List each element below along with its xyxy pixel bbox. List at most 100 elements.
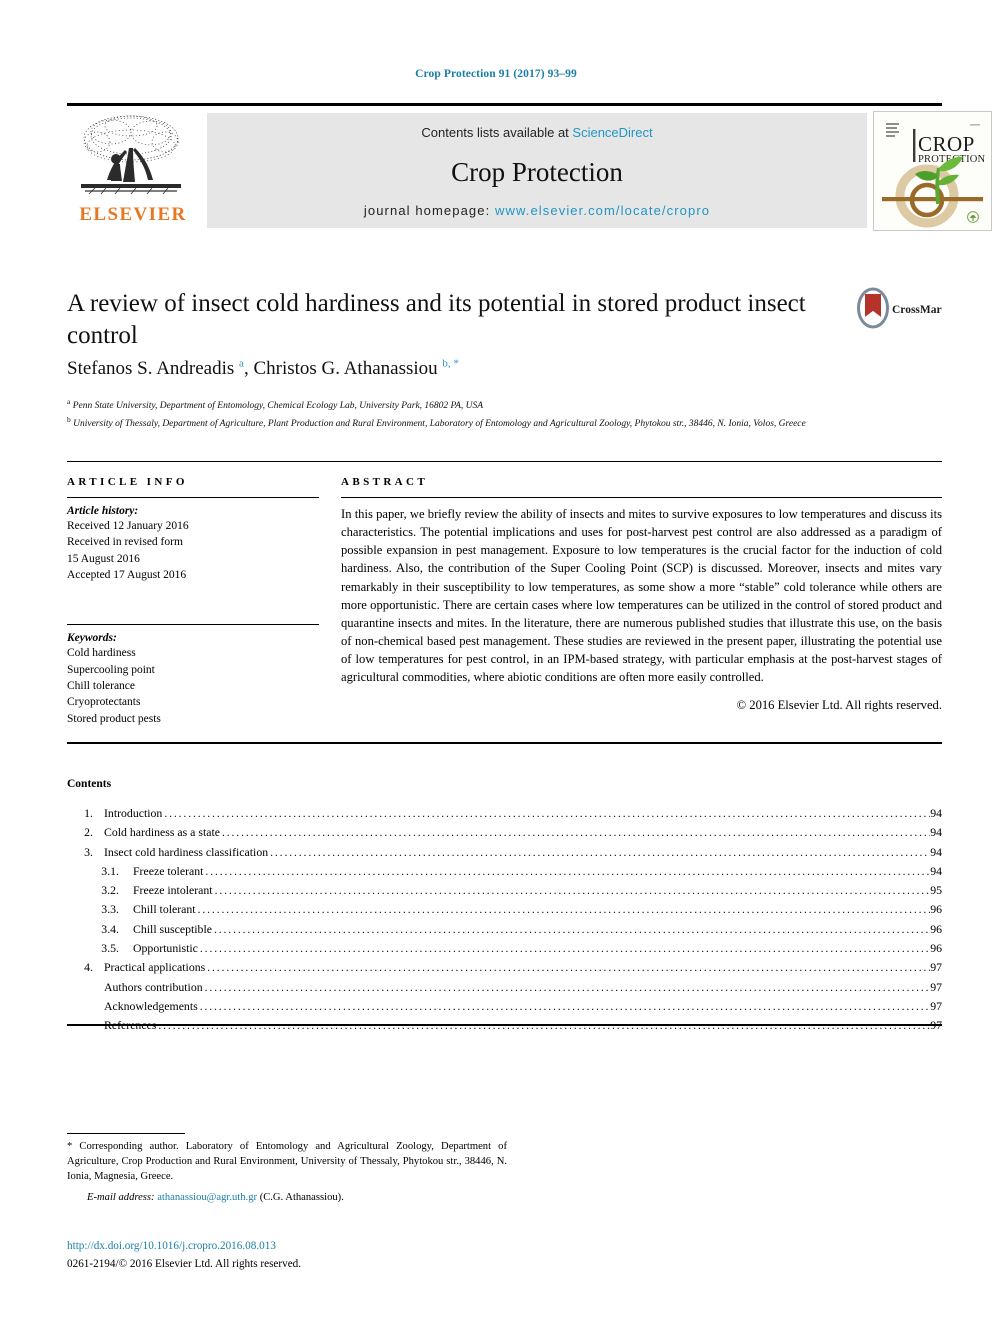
toc-label: Cold hardiness as a state: [104, 825, 220, 840]
toc-number: 4.: [84, 960, 93, 975]
sciencedirect-link[interactable]: ScienceDirect: [572, 125, 652, 140]
abstract-copyright: © 2016 Elsevier Ltd. All rights reserved…: [736, 698, 942, 713]
journal-homepage-line: journal homepage: www.elsevier.com/locat…: [207, 203, 867, 218]
corresponding-author-note: * Corresponding author. Laboratory of En…: [67, 1141, 507, 1183]
article-history-line: Received in revised form: [67, 536, 183, 549]
toc-dot-leader: ........................................…: [199, 944, 931, 956]
svg-text:CROP: CROP: [918, 132, 975, 156]
toc-dot-leader: ........................................…: [213, 924, 931, 936]
affiliation-b: b University of Thessaly, Department of …: [67, 414, 927, 432]
toc-row[interactable]: 2. Cold hardiness as a state.............…: [67, 825, 942, 846]
article-info-rule: [67, 497, 319, 498]
abstract-body: In this paper, we briefly review the abi…: [341, 507, 942, 685]
toc-dot-leader: ........................................…: [207, 963, 930, 975]
toc-page-number: 94: [930, 844, 942, 859]
keywords-label: Keywords:: [67, 632, 117, 645]
toc-number: 3.: [84, 844, 93, 859]
toc-dot-leader: ........................................…: [158, 1021, 931, 1033]
toc-row[interactable]: Authors contribution....................…: [67, 979, 942, 1001]
email-line: E-mail address: athanassiou@agr.uth.gr (…: [67, 1192, 527, 1203]
toc-label: Authors contribution: [104, 979, 203, 994]
journal-cover-art: CROP PROTECTION: [874, 112, 991, 230]
toc-label: Opportunistic: [133, 941, 198, 956]
toc-number: 1.: [84, 806, 93, 820]
journal-cover-thumbnail: CROP PROTECTION: [873, 111, 992, 231]
toc-page-number: 96: [930, 921, 942, 936]
toc-label: Chill susceptible: [133, 921, 212, 936]
contents-available-prefix: Contents lists available at: [421, 125, 573, 140]
toc-number: 3.1.: [101, 863, 119, 878]
contents-available-line: Contents lists available at ScienceDirec…: [207, 125, 867, 140]
affiliation-text-a: Penn State University, Department of Ent…: [72, 401, 484, 412]
crossmark-icon: CrossMark: [857, 287, 949, 329]
contents-heading: Contents: [67, 778, 112, 790]
toc-label: References: [104, 1018, 157, 1033]
author-names: Stefanos S. Andreadis a, Christos G. Ath…: [67, 358, 459, 380]
toc-number: 2.: [84, 825, 93, 840]
keyword-item: Chill tolerance: [67, 679, 136, 692]
toc-number: 3.5.: [101, 941, 119, 956]
toc-page-number: 97: [930, 998, 942, 1013]
toc-label: Chill tolerant: [133, 902, 196, 917]
toc-label: Practical applications: [104, 960, 206, 975]
journal-homepage-link[interactable]: www.elsevier.com/locate/cropro: [495, 203, 710, 218]
divider-above-abstract: [67, 461, 942, 462]
toc-row[interactable]: 3. Insect cold hardiness classification..…: [67, 844, 942, 866]
toc-label: Introduction: [104, 806, 163, 820]
toc-dot-leader: ........................................…: [199, 1001, 931, 1013]
paper-page: Crop Protection 91 (2017) 93–99 ELSEVIER…: [0, 0, 992, 1323]
article-history-line: Received 12 January 2016: [67, 520, 189, 532]
abstract-heading: ABSTRACT: [341, 476, 429, 488]
crossmark-badge[interactable]: CrossMark: [856, 287, 949, 331]
journal-title: Crop Protection: [451, 157, 623, 187]
toc-dot-leader: ........................................…: [221, 828, 930, 840]
toc-number: 3.4.: [101, 921, 119, 936]
abstract-rule: [341, 497, 942, 498]
article-history-label: Article history:: [67, 505, 139, 517]
toc-label: Acknowledgements: [104, 998, 198, 1013]
toc-page-number: 95: [930, 883, 942, 898]
email-link[interactable]: athanassiou@agr.uth.gr: [157, 1192, 257, 1203]
elsevier-tree-icon: [81, 115, 181, 195]
toc-dot-leader: ........................................…: [164, 809, 931, 820]
toc-dot-leader: ........................................…: [270, 847, 930, 859]
journal-masthead: ELSEVIER Contents lists available at Sci…: [67, 103, 992, 231]
keyword-item: Stored product pests: [67, 712, 161, 725]
footnote-rule: [67, 1133, 185, 1134]
toc-label: Freeze intolerant: [133, 883, 213, 898]
toc-page-number: 94: [930, 825, 942, 840]
toc-label: Insect cold hardiness classification: [104, 844, 269, 859]
divider-above-contents: [67, 742, 942, 744]
toc-page-number: 96: [930, 902, 942, 917]
email-label: E-mail address:: [87, 1192, 155, 1203]
toc-page-number: 94: [930, 863, 942, 878]
journal-homepage-label: journal homepage:: [363, 203, 496, 218]
keywords-rule: [67, 624, 319, 626]
toc-page-number: 97: [930, 979, 942, 994]
article-info-column: ARTICLE INFO Article history: Received 1…: [67, 476, 319, 727]
toc-row[interactable]: 4. Practical applications................…: [67, 962, 942, 981]
abstract-column: ABSTRACT In this paper, we briefly revie…: [341, 476, 942, 713]
toc-number: 3.3.: [101, 902, 119, 917]
elsevier-logo: ELSEVIER: [67, 112, 199, 230]
crossmark-label: CrossMark: [892, 304, 942, 316]
toc-row[interactable]: 3.2. Freeze intolerant...................…: [67, 883, 942, 904]
toc-page-number: 97: [930, 1018, 942, 1033]
elsevier-wordmark: ELSEVIER: [79, 204, 187, 225]
toc-row[interactable]: Acknowledgements........................…: [67, 998, 942, 1020]
toc-dot-leader: ........................................…: [214, 886, 931, 898]
divider-below-contents: [67, 1024, 942, 1026]
affiliation-text-b: University of Thessaly, Department of Ag…: [73, 419, 806, 430]
toc-dot-leader: ........................................…: [205, 866, 930, 878]
footer-copyright: 0261-2194/© 2016 Elsevier Ltd. All right…: [67, 1258, 302, 1270]
author-list: Stefanos S. Andreadis a, Christos G. Ath…: [67, 358, 867, 380]
keyword-item: Cold hardiness: [67, 647, 136, 660]
keyword-item: Cryoprotectants: [67, 696, 141, 709]
toc-row[interactable]: 3.3. Chill tolerant......................…: [67, 904, 942, 923]
toc-dot-leader: ........................................…: [197, 905, 931, 917]
journal-banner: Contents lists available at ScienceDirec…: [207, 113, 867, 228]
affiliation-marker-b: b: [67, 414, 71, 424]
page-title: A review of insect cold hardiness and it…: [67, 290, 806, 349]
toc-row[interactable]: 3.4. Chill susceptible...................…: [67, 921, 942, 943]
doi-link[interactable]: http://dx.doi.org/10.1016/j.cropro.2016.…: [67, 1240, 276, 1252]
